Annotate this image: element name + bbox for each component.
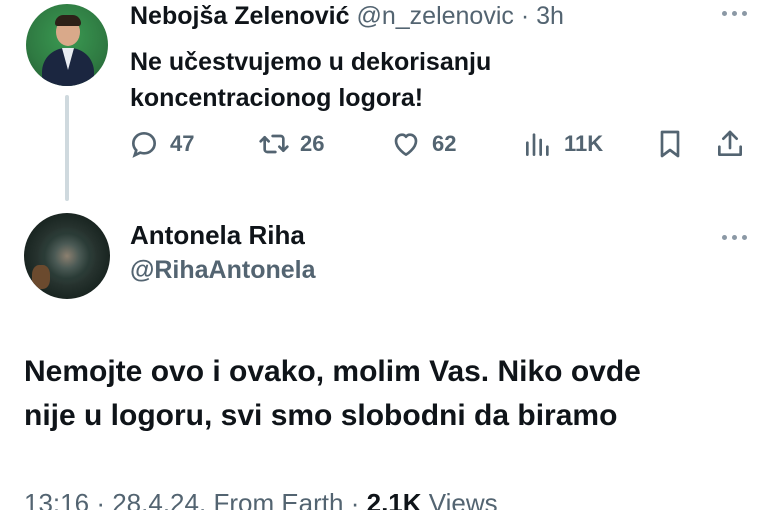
reply-source: From Earth — [213, 488, 344, 510]
separator-dot: · — [96, 488, 105, 510]
heart-icon — [394, 133, 418, 156]
original-tweet-header: Nebojša Zelenović @n_zelenovic · 3h — [130, 2, 564, 31]
tweet-thread-view: Nebojša Zelenović @n_zelenovic · 3h Ne u… — [0, 0, 765, 510]
more-icon[interactable] — [720, 8, 750, 18]
repost-count: 26 — [300, 131, 325, 156]
avatar-antonela[interactable] — [24, 213, 110, 299]
reply-author-name[interactable]: Antonela Riha — [130, 220, 305, 251]
original-tweet-text: Ne učestvujemo u dekorisanju koncentraci… — [130, 44, 491, 116]
reply-icon — [131, 131, 157, 158]
like-count: 62 — [432, 131, 457, 156]
reply-tweet-text: Nemojte ovo i ovako, molim Vas. Niko ovd… — [24, 350, 754, 438]
reply-author-handle[interactable]: @RihaAntonela — [130, 256, 316, 285]
more-icon[interactable] — [720, 232, 750, 242]
tweet-text-line: Ne učestvujemo u dekorisanju — [130, 48, 492, 76]
tweet-text-line: nije u logoru, svi smo slobodni da biram… — [24, 399, 618, 432]
reply-views-count: 2,1K — [366, 488, 422, 510]
bookmark-button[interactable] — [654, 124, 696, 164]
repost-button[interactable]: 26 — [258, 124, 324, 164]
author-name[interactable]: Nebojša Zelenović — [130, 2, 350, 30]
author-handle[interactable]: @n_zelenovic — [356, 2, 513, 30]
reply-meta-line: 13:16 · 28.4.24. From Earth · 2,1K Views — [24, 488, 498, 510]
separator-dot: · — [520, 2, 530, 30]
views-count: 11K — [564, 131, 604, 156]
reply-count: 47 — [170, 131, 195, 156]
tweet-text-line: Nemojte ovo i ovako, molim Vas. Niko ovd… — [24, 355, 641, 388]
separator-dot: · — [350, 488, 360, 510]
reply-time[interactable]: 13:16 — [24, 488, 89, 510]
tweet-time[interactable]: 3h — [536, 2, 564, 30]
bookmark-icon — [660, 130, 680, 158]
share-icon — [718, 130, 742, 156]
repost-icon — [259, 134, 289, 154]
tweet-action-bar: 47 26 62 11K — [0, 124, 765, 164]
tweet-text-line: koncentracionog logora! — [130, 84, 424, 112]
views-icon — [526, 133, 549, 156]
reply-button[interactable]: 47 — [128, 124, 194, 164]
like-button[interactable]: 62 — [390, 124, 456, 164]
views-button[interactable]: 11K — [522, 124, 603, 164]
share-button[interactable] — [714, 124, 756, 164]
reply-views-label: Views — [428, 488, 498, 510]
reply-date[interactable]: 28.4.24. — [112, 488, 206, 510]
avatar-nebojsa[interactable] — [26, 4, 108, 86]
